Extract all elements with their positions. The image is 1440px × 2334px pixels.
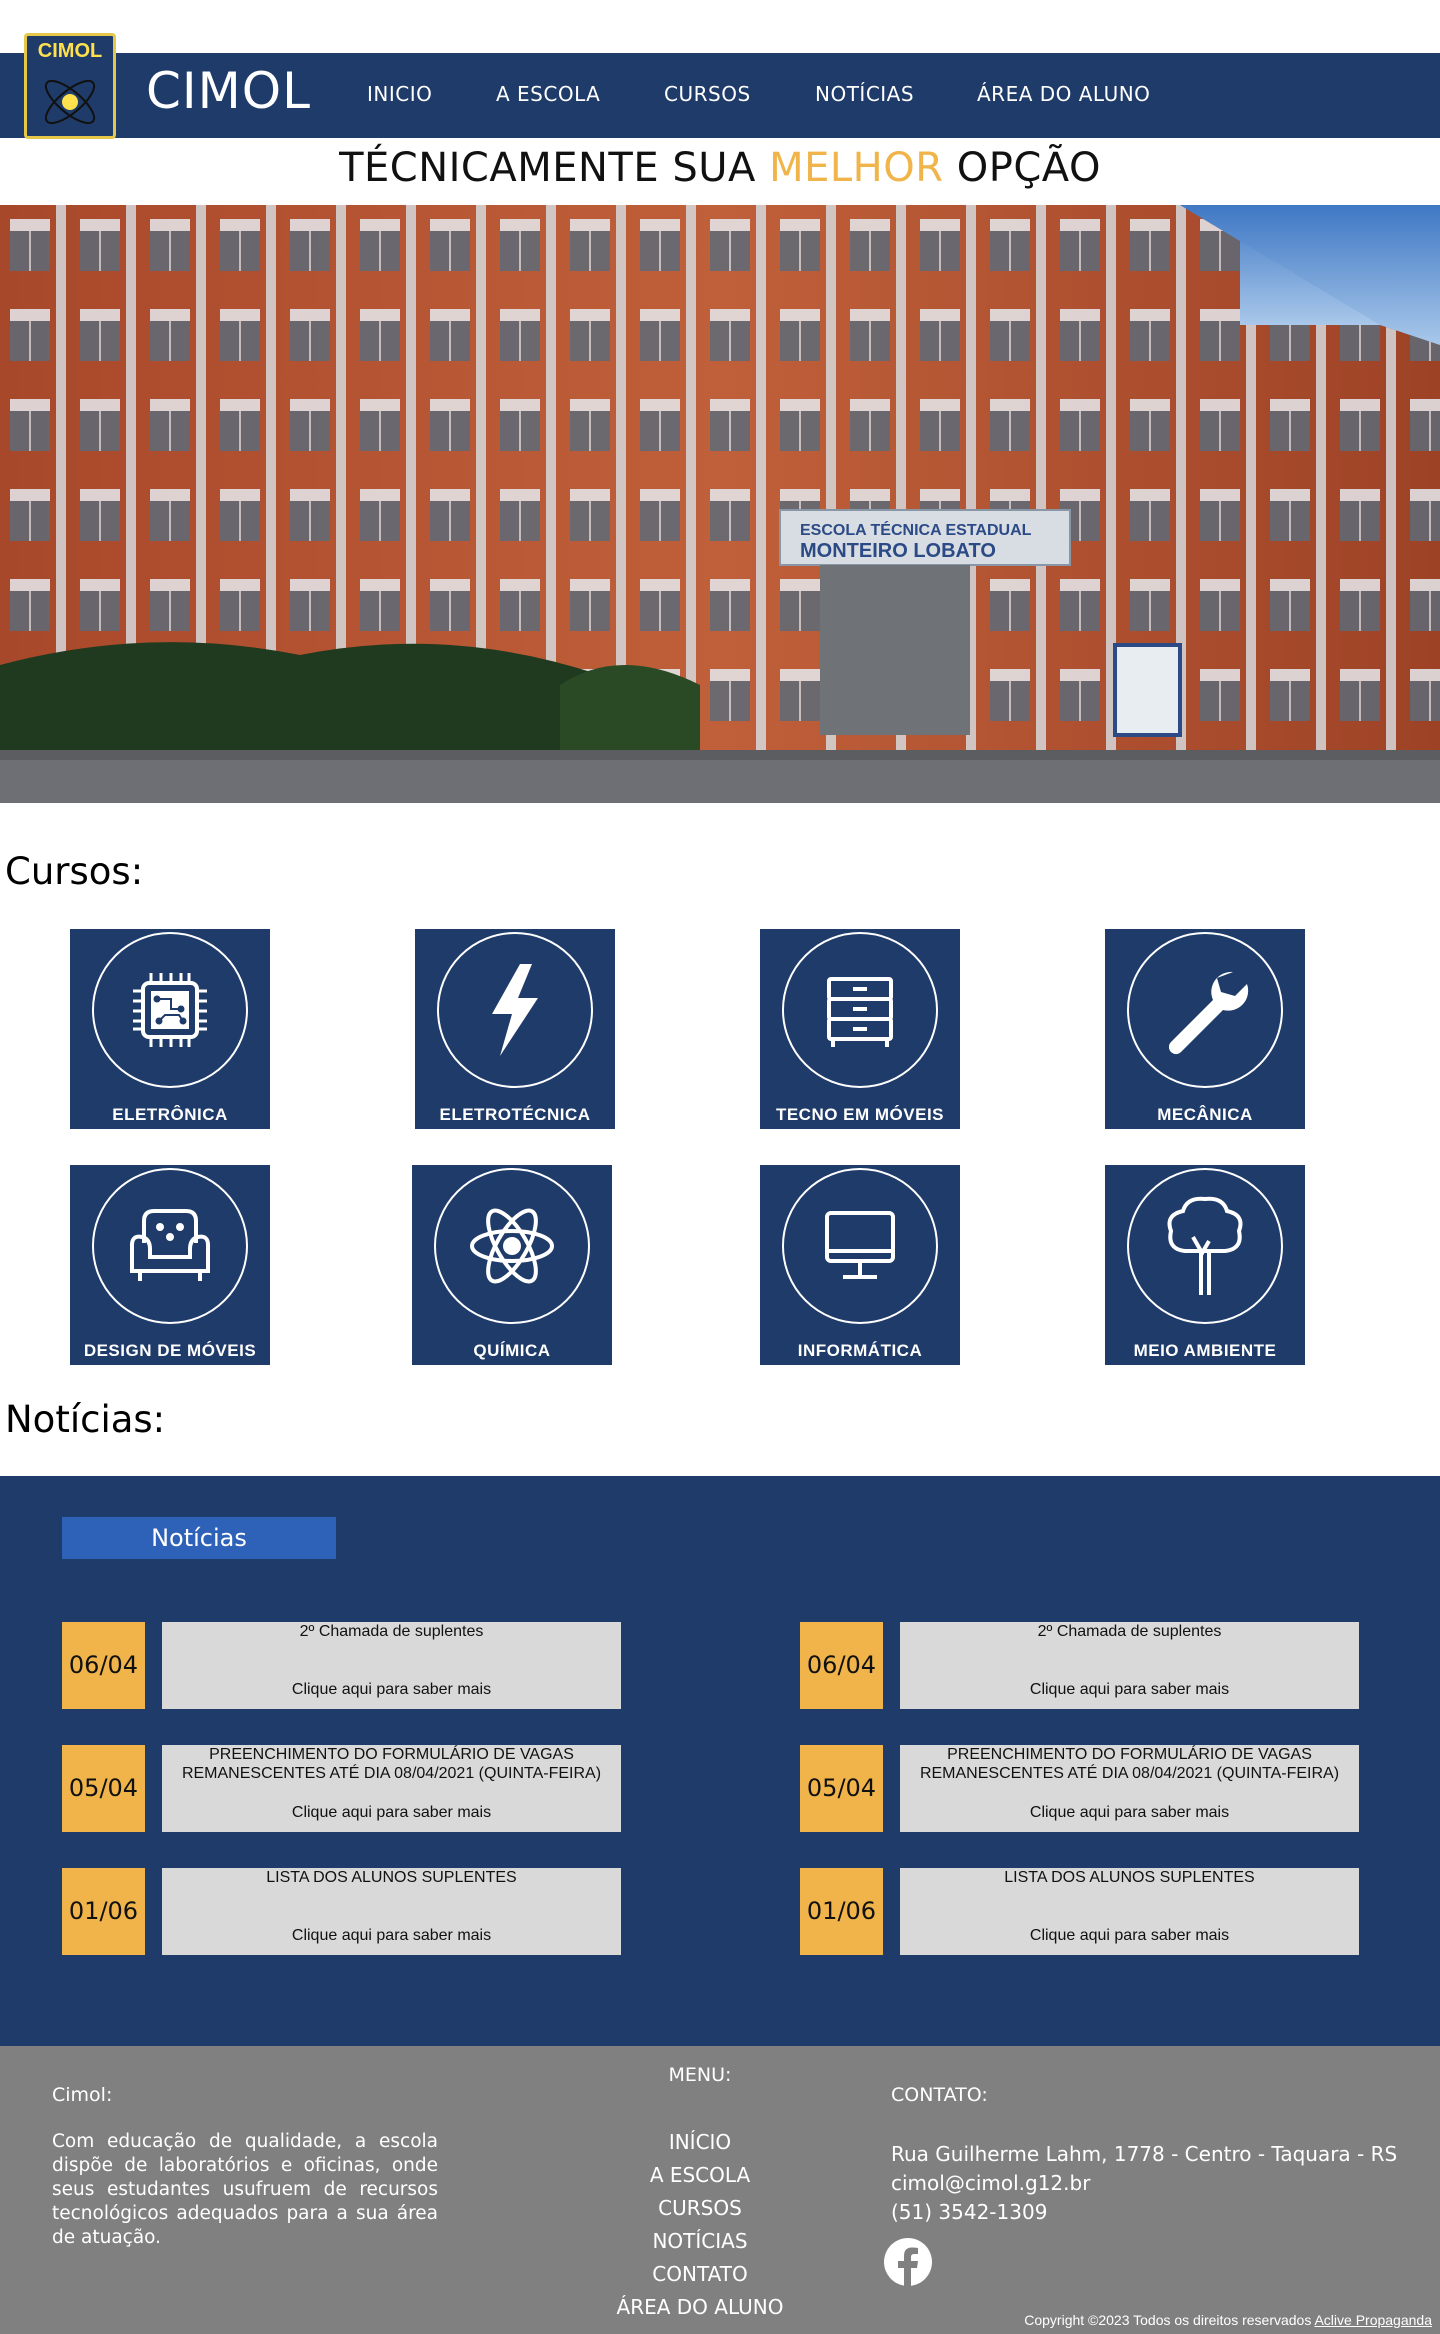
news-date: 06/04 xyxy=(62,1622,145,1709)
nav-noticias[interactable]: NOTÍCIAS xyxy=(815,82,914,106)
tagline-highlight: MELHOR xyxy=(769,145,944,191)
footer-email[interactable]: cimol@cimol.g12.br xyxy=(891,2171,1090,2195)
news-card[interactable]: 2º Chamada de suplentes Clique aqui para… xyxy=(900,1622,1359,1709)
news-headline: LISTA DOS ALUNOS SUPLENTES xyxy=(1004,1869,1255,1886)
nav-cursos[interactable]: CURSOS xyxy=(664,82,751,106)
footer-phone: (51) 3542-1309 xyxy=(891,2200,1048,2224)
wrench-icon xyxy=(1127,932,1283,1088)
footer: Cimol: Com educação de qualidade, a esco… xyxy=(0,2046,1440,2334)
read-more-link[interactable]: Clique aqui para saber mais xyxy=(900,1804,1359,1822)
nav-area-do-aluno[interactable]: ÁREA DO ALUNO xyxy=(977,82,1150,106)
course-eletronica[interactable]: ELETRÔNICA xyxy=(70,929,270,1129)
read-more-link[interactable]: Clique aqui para saber mais xyxy=(900,1681,1359,1699)
course-tecno-em-moveis[interactable]: TECNO EM MÓVEIS xyxy=(760,929,960,1129)
footer-menu-title: MENU: xyxy=(668,2064,732,2086)
read-more-link[interactable]: Clique aqui para saber mais xyxy=(162,1927,621,1945)
tagline-part1: TÉCNICAMENTE SUA xyxy=(339,145,770,191)
school-building-photo: ESCOLA TÉCNICA ESTADUAL MONTEIRO LOBATO xyxy=(0,205,1440,803)
course-informatica[interactable]: INFORMÁTICA xyxy=(760,1165,960,1365)
armchair-icon xyxy=(92,1168,248,1324)
news-headline: LISTA DOS ALUNOS SUPLENTES xyxy=(266,1869,517,1886)
course-label: INFORMÁTICA xyxy=(797,1341,923,1360)
news-title: Notícias: xyxy=(5,1398,166,1441)
tagline-part2: OPÇÃO xyxy=(943,145,1101,191)
footer-address: Rua Guilherme Lahm, 1778 - Centro - Taqu… xyxy=(891,2142,1398,2166)
atom-icon xyxy=(434,1168,590,1324)
school-sign-line2: MONTEIRO LOBATO xyxy=(800,540,996,562)
course-meio-ambiente[interactable]: MEIO AMBIENTE xyxy=(1105,1165,1305,1365)
course-label: ELETROTÉCNICA xyxy=(439,1105,591,1124)
course-label: ELETRÔNICA xyxy=(112,1105,228,1124)
news-headline: PREENCHIMENTO DO FORMULÁRIO DE VAGAS REM… xyxy=(919,1746,1340,1782)
read-more-link[interactable]: Clique aqui para saber mais xyxy=(900,1927,1359,1945)
monitor-icon xyxy=(782,1168,938,1324)
chip-icon xyxy=(92,932,248,1088)
news-date: 01/06 xyxy=(62,1868,145,1955)
news-card[interactable]: 2º Chamada de suplentes Clique aqui para… xyxy=(162,1622,621,1709)
footer-contact-title: CONTATO: xyxy=(891,2084,988,2106)
logo-text: CIMOL xyxy=(37,40,103,62)
news-card[interactable]: LISTA DOS ALUNOS SUPLENTES Clique aqui p… xyxy=(162,1868,621,1955)
course-label: QUÍMICA xyxy=(473,1341,551,1360)
footer-menu-a-escola[interactable]: A ESCOLA xyxy=(520,2163,880,2187)
footer-menu-contato[interactable]: CONTATO xyxy=(520,2262,880,2286)
course-label: MEIO AMBIENTE xyxy=(1133,1341,1277,1360)
nav-inicio[interactable]: INICIO xyxy=(367,82,432,106)
news-date: 05/04 xyxy=(62,1745,145,1832)
page: CIMOL CIMOL INICIO A ESCOLA CURSOS NOTÍC… xyxy=(0,0,1440,2334)
news-headline: 2º Chamada de suplentes xyxy=(1037,1623,1222,1640)
cimol-logo[interactable]: CIMOL xyxy=(24,33,116,139)
atom-logo-icon xyxy=(44,79,96,125)
footer-menu-area-do-aluno[interactable]: ÁREA DO ALUNO xyxy=(520,2295,880,2319)
news-headline: PREENCHIMENTO DO FORMULÁRIO DE VAGAS REM… xyxy=(181,1746,602,1782)
news-headline: 2º Chamada de suplentes xyxy=(299,1623,484,1640)
drawer-icon xyxy=(782,932,938,1088)
footer-about-title: Cimol: xyxy=(52,2084,113,2106)
copyright: Copyright ©2023 Todos os direitos reserv… xyxy=(1024,2312,1432,2328)
news-card[interactable]: LISTA DOS ALUNOS SUPLENTES Clique aqui p… xyxy=(900,1868,1359,1955)
news-card[interactable]: PREENCHIMENTO DO FORMULÁRIO DE VAGAS REM… xyxy=(900,1745,1359,1832)
news-date: 05/04 xyxy=(800,1745,883,1832)
course-quimica[interactable]: QUÍMICA xyxy=(412,1165,612,1365)
tagline: TÉCNICAMENTE SUA MELHOR OPÇÃO xyxy=(0,145,1440,191)
news-tab[interactable]: Notícias xyxy=(62,1517,336,1559)
footer-menu-cursos[interactable]: CURSOS xyxy=(520,2196,880,2220)
footer-about-text: Com educação de qualidade, a escola disp… xyxy=(52,2131,438,2248)
facebook-icon[interactable] xyxy=(884,2238,932,2286)
footer-menu-inicio[interactable]: INÍCIO xyxy=(520,2130,880,2154)
news-card[interactable]: PREENCHIMENTO DO FORMULÁRIO DE VAGAS REM… xyxy=(162,1745,621,1832)
course-eletrotecnica[interactable]: ELETROTÉCNICA xyxy=(415,929,615,1129)
read-more-link[interactable]: Clique aqui para saber mais xyxy=(162,1804,621,1822)
course-label: DESIGN DE MÓVEIS xyxy=(83,1341,257,1360)
news-section: Notícias 06/04 2º Chamada de suplentes C… xyxy=(0,1476,1440,2046)
footer-menu-noticias[interactable]: NOTÍCIAS xyxy=(520,2229,880,2253)
courses-title: Cursos: xyxy=(5,850,144,893)
brand-name[interactable]: CIMOL xyxy=(146,62,311,120)
read-more-link[interactable]: Clique aqui para saber mais xyxy=(162,1681,621,1699)
news-date: 06/04 xyxy=(800,1622,883,1709)
school-sign-line1: ESCOLA TÉCNICA ESTADUAL xyxy=(800,520,1032,539)
course-label: TECNO EM MÓVEIS xyxy=(775,1105,945,1124)
course-label: MECÂNICA xyxy=(1157,1105,1253,1124)
tree-icon xyxy=(1127,1168,1283,1324)
lightning-icon xyxy=(437,932,593,1088)
course-mecanica[interactable]: MECÂNICA xyxy=(1105,929,1305,1129)
copyright-text: Copyright ©2023 Todos os direitos reserv… xyxy=(1024,2312,1315,2328)
agency-link[interactable]: Aclive Propaganda xyxy=(1314,2312,1432,2328)
news-date: 01/06 xyxy=(800,1868,883,1955)
course-design-de-moveis[interactable]: DESIGN DE MÓVEIS xyxy=(70,1165,270,1365)
nav-a-escola[interactable]: A ESCOLA xyxy=(496,82,600,106)
